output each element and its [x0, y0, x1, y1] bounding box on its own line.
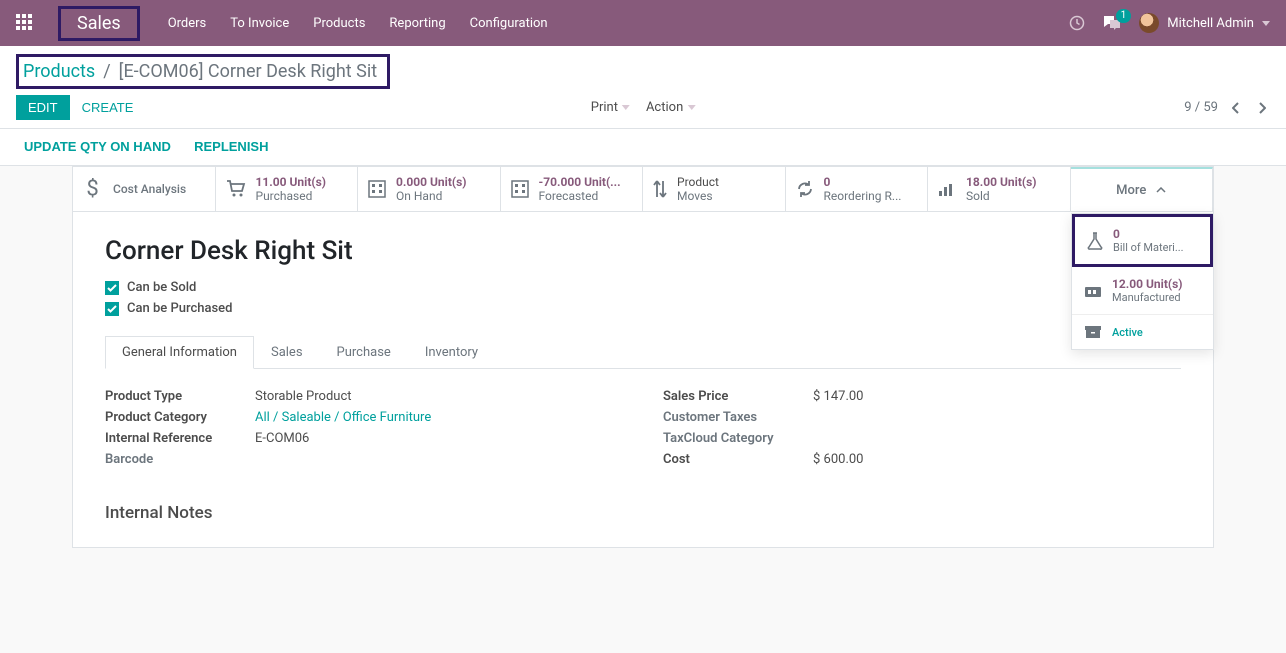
- pager-next[interactable]: [1254, 98, 1270, 118]
- tab-inventory[interactable]: Inventory: [408, 336, 495, 368]
- nav-reporting[interactable]: Reporting: [389, 16, 445, 31]
- stat-on-hand[interactable]: 0.000 Unit(s)On Hand: [358, 167, 501, 211]
- more-menu: 0Bill of Materi... 12.00 Unit(s)Manufact…: [1071, 213, 1214, 350]
- exchange-icon: [653, 179, 667, 199]
- cart-icon: [226, 180, 246, 198]
- create-button[interactable]: CREATE: [82, 100, 134, 115]
- chevron-down-icon: [1262, 21, 1270, 26]
- flask-icon: [1087, 232, 1103, 250]
- archive-icon: [1084, 325, 1102, 339]
- nav-configuration[interactable]: Configuration: [470, 16, 548, 31]
- activity-icon[interactable]: [1069, 15, 1085, 31]
- control-panel: Products / [E-COM06] Corner Desk Right S…: [0, 46, 1286, 129]
- stat-more[interactable]: More: [1071, 167, 1214, 211]
- tab-sales[interactable]: Sales: [254, 336, 320, 368]
- check-can-be-purchased: Can be Purchased: [105, 301, 1181, 316]
- breadcrumb-current: [E-COM06] Corner Desk Right Sit: [119, 61, 377, 82]
- breadcrumb: Products / [E-COM06] Corner Desk Right S…: [16, 54, 390, 89]
- stat-buttons: $ Cost Analysis 11.00 Unit(s)Purchased 0…: [72, 166, 1214, 211]
- more-manufactured[interactable]: 12.00 Unit(s)Manufactured: [1072, 267, 1213, 315]
- form-sheet: Corner Desk Right Sit Can be Sold Can be…: [72, 211, 1214, 548]
- stat-product-moves[interactable]: ProductMoves: [643, 167, 786, 211]
- nav-orders[interactable]: Orders: [168, 16, 207, 31]
- edit-button[interactable]: EDIT: [16, 95, 70, 120]
- apps-icon[interactable]: [16, 14, 34, 32]
- chevron-up-icon: [1156, 187, 1166, 193]
- building-icon: [511, 180, 529, 198]
- messaging-icon[interactable]: 1: [1103, 15, 1121, 31]
- value-product-category[interactable]: All / Saleable / Office Furniture: [255, 410, 431, 425]
- label-internal-reference: Internal Reference: [105, 431, 255, 446]
- building-icon: [368, 180, 386, 198]
- notebook-tabs: General Information Sales Purchase Inven…: [105, 336, 1181, 369]
- stat-purchased[interactable]: 11.00 Unit(s)Purchased: [216, 167, 359, 211]
- action-dropdown[interactable]: Action: [646, 100, 695, 115]
- svg-text:$: $: [86, 178, 98, 200]
- label-product-type: Product Type: [105, 389, 255, 404]
- label-cost: Cost: [663, 452, 813, 467]
- product-title: Corner Desk Right Sit: [105, 236, 1181, 266]
- chat-badge: 1: [1116, 9, 1132, 23]
- nav-to-invoice[interactable]: To Invoice: [230, 16, 289, 31]
- more-active[interactable]: Active: [1072, 315, 1213, 349]
- checkbox-icon: [105, 302, 119, 316]
- tab-purchase[interactable]: Purchase: [320, 336, 408, 368]
- checkbox-icon: [105, 281, 119, 295]
- user-menu[interactable]: Mitchell Admin: [1139, 13, 1270, 33]
- bars-icon: [938, 181, 956, 197]
- check-can-be-sold: Can be Sold: [105, 280, 1181, 295]
- pager-text: 9 / 59: [1184, 100, 1218, 115]
- dollar-icon: $: [83, 178, 103, 200]
- main-nav: Orders To Invoice Products Reporting Con…: [168, 16, 548, 31]
- label-barcode: Barcode: [105, 452, 255, 467]
- internal-notes-heading: Internal Notes: [105, 503, 1181, 523]
- avatar: [1139, 13, 1159, 33]
- app-brand[interactable]: Sales: [58, 6, 140, 41]
- topbar-right: 1 Mitchell Admin: [1069, 13, 1270, 33]
- tab-general-info[interactable]: General Information: [105, 336, 254, 369]
- breadcrumb-products[interactable]: Products: [23, 61, 95, 82]
- label-product-category: Product Category: [105, 410, 255, 425]
- print-dropdown[interactable]: Print: [591, 100, 630, 115]
- stat-forecasted[interactable]: -70.000 Unit(...Forecasted: [501, 167, 644, 211]
- stat-reordering[interactable]: 0Reordering R...: [786, 167, 929, 211]
- more-bom[interactable]: 0Bill of Materi...: [1072, 214, 1213, 267]
- value-product-type: Storable Product: [255, 389, 352, 404]
- action-bar: UPDATE QTY ON HAND REPLENISH: [0, 129, 1286, 166]
- update-qty-button[interactable]: UPDATE QTY ON HAND: [24, 139, 171, 154]
- user-name: Mitchell Admin: [1167, 16, 1254, 31]
- value-cost: $ 600.00: [813, 452, 864, 467]
- wrench-icon: [1084, 284, 1102, 298]
- topbar: Sales Orders To Invoice Products Reporti…: [0, 0, 1286, 46]
- stat-cost-analysis[interactable]: $ Cost Analysis: [73, 167, 216, 211]
- label-customer-taxes: Customer Taxes: [663, 410, 813, 425]
- stat-sold[interactable]: 18.00 Unit(s)Sold: [928, 167, 1071, 211]
- value-internal-reference: E-COM06: [255, 431, 309, 446]
- label-taxcloud: TaxCloud Category: [663, 431, 813, 446]
- chevron-down-icon: [687, 105, 695, 110]
- value-sales-price: $ 147.00: [813, 389, 864, 404]
- pager-prev[interactable]: [1228, 98, 1244, 118]
- replenish-button[interactable]: REPLENISH: [194, 139, 268, 154]
- pager: 9 / 59: [1184, 98, 1270, 118]
- breadcrumb-sep: /: [103, 61, 110, 82]
- nav-products[interactable]: Products: [313, 16, 365, 31]
- label-sales-price: Sales Price: [663, 389, 813, 404]
- form-fields: Product TypeStorable Product Product Cat…: [105, 389, 1181, 473]
- chevron-down-icon: [622, 105, 630, 110]
- refresh-icon: [796, 180, 814, 198]
